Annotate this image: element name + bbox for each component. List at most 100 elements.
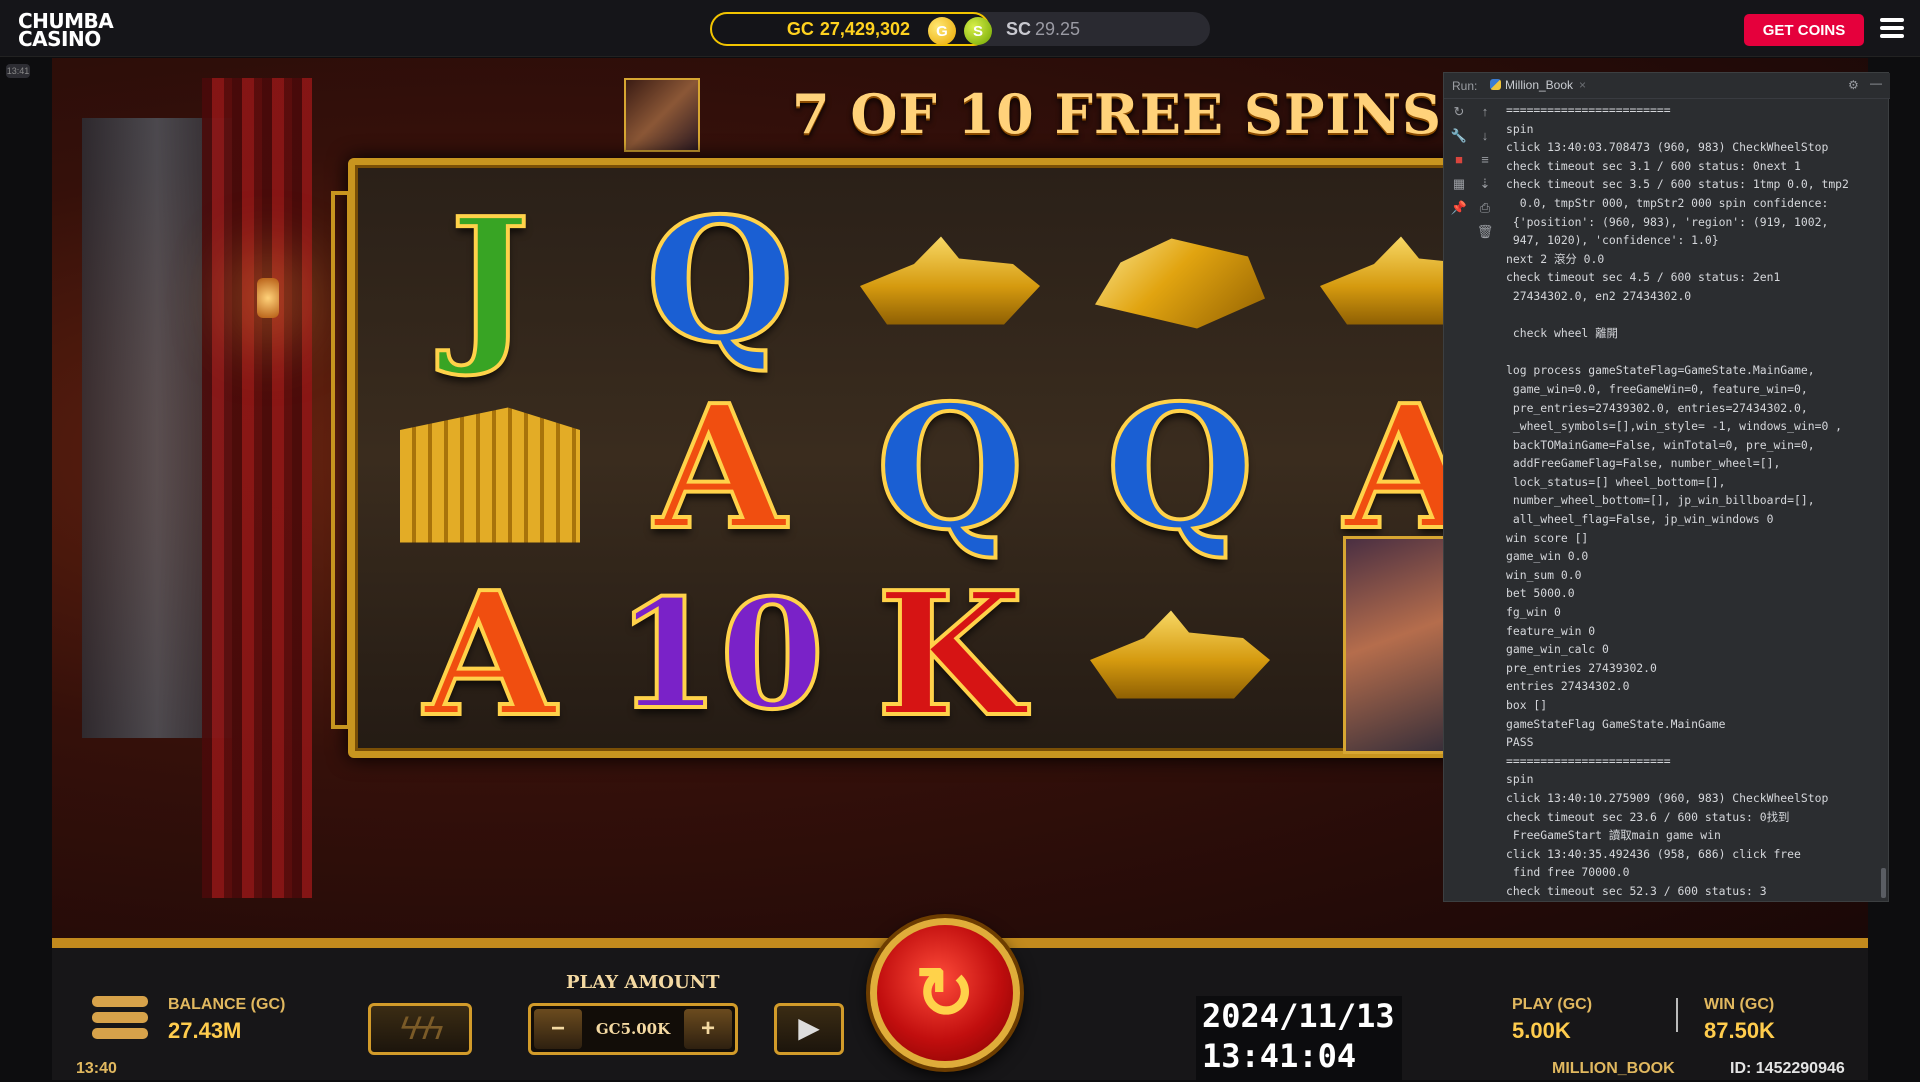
console-line: gameStateFlag GameState.MainGame [1506,716,1726,731]
time-tag: 13:41 [6,64,30,78]
turbo-button[interactable]: ϟϟϟ [368,1003,472,1055]
rerun-icon[interactable]: ↻ [1450,103,1468,121]
gc-label: GC [786,18,814,39]
wrench-icon[interactable]: 🔧 [1450,127,1468,145]
console-line: check timeout sec 52.3 / 600 status: 3 [1506,883,1767,898]
minimize-icon[interactable]: — [1870,76,1882,90]
gear-icon[interactable]: ⚙ [1848,78,1859,92]
console-line: check timeout sec 23.6 / 600 status: 0找到 [1506,809,1790,824]
pin-icon[interactable]: 📌 [1450,199,1468,217]
python-icon [1490,79,1501,90]
console-line: box [] [1506,698,1548,712]
run-console-panel[interactable]: Run: Million_Book × ⚙ — ↻ 🔧 ■ ▦ 📌 ↑ ↓ ≡ ⇣… [1443,72,1890,902]
symbol-gold-bars-icon [1065,187,1295,374]
console-line: game_win=0.0, freeGameWin=0, feature_win… [1506,381,1808,396]
symbol-10: 10 [614,566,827,743]
console-line: win_sum 0.0 [1506,567,1582,582]
win-label: WIN (GC) [1704,996,1775,1013]
trash-icon[interactable]: 🗑 [1476,223,1494,241]
run-label: Run: [1452,79,1478,93]
gold-coin-icon[interactable]: G [928,17,956,45]
symbol-q: Q [644,180,796,381]
close-tab-icon[interactable]: × [1579,78,1586,92]
autoplay-button[interactable]: ▶ [774,1003,844,1055]
scroll-to-end-icon[interactable]: ⇣ [1476,175,1494,193]
console-line: entries 27434302.0 [1506,679,1630,694]
console-line: all_wheel_flag=False, jp_win_windows 0 [1506,512,1774,527]
symbol-q: Q [1104,367,1256,568]
stop-icon[interactable]: ■ [1450,151,1468,169]
currency-wallet[interactable]: GC 27,429,302 G S SC 29.25 [710,12,1210,46]
console-line: lock_status=[] wheel_bottom=[], [1506,474,1726,489]
console-line: 947, 1020), 'confidence': 1.0} [1506,233,1719,248]
console-line: backTOMainGame=False, winTotal=0, pre_wi… [1506,437,1815,452]
console-line: game_win 0.0 [1506,549,1589,564]
play-amount-stepper[interactable]: − GC5.00K + [528,1003,738,1055]
play-label: PLAY (GC) [1512,996,1593,1013]
scroll-up-icon[interactable]: ↑ [1476,103,1494,121]
console-line: FreeGameStart 讀取main game win [1506,828,1721,843]
run-toolbar-left: ↻ 🔧 ■ ▦ 📌 [1448,103,1470,217]
console-line: check wheel 離開 [1506,326,1618,341]
stake-value: GC5.00K [595,1020,671,1038]
top-nav-bar: CHUMBA CASINO GC 27,429,302 G S SC 29.25 … [0,0,1920,57]
spin-arrow-icon: ↻ [914,954,976,1034]
console-line: feature_win 0 [1506,623,1596,638]
symbol-yacht-icon [1065,561,1295,748]
balance-value: 27.43M [168,1018,242,1043]
console-scrollbar[interactable] [1881,868,1886,898]
couple-portrait-icon [624,78,700,152]
symbol-a: A [422,554,558,755]
symbol-a: A [652,367,788,568]
console-line: check timeout sec 3.1 / 600 status: 0nex… [1506,158,1801,173]
symbol-grid[interactable]: J Q A Q Q A A 10 K [375,180,1525,755]
console-line: 0.0, tmpStr 000, tmpStr2 000 spin confid… [1506,195,1829,210]
console-line: bet 5000.0 [1506,586,1575,601]
game-clock: 13:40 [76,1060,117,1077]
print-icon[interactable]: ⎙ [1476,199,1494,217]
console-line: fg_win 0 [1506,605,1561,620]
gold-coin-balance[interactable]: GC 27,429,302 G S [710,12,992,46]
logo-line-2: CASINO [18,27,101,51]
console-line: number_wheel_bottom=[], jp_win_billboard… [1506,493,1815,508]
lightning-icon: ϟϟϟ [400,1010,444,1046]
chumba-casino-logo[interactable]: CHUMBA CASINO [18,11,114,51]
console-line: click 13:40:35.492436 (958, 686) click f… [1506,846,1801,861]
coin-stack-icon [92,996,148,1040]
time-text: 13:41:04 [1202,1037,1357,1075]
console-line: PASS [1506,735,1534,750]
sc-label: SC [1006,19,1032,39]
game-name: MILLION_BOOK [1552,1060,1675,1077]
console-line: pre_entries=27439302.0, entries=27434302… [1506,400,1808,415]
layout-icon[interactable]: ▦ [1450,175,1468,193]
control-bar: BALANCE (GC) 27.43M 13:40 ϟϟϟ PLAY AMOUN… [52,918,1868,1082]
console-line: game_win_calc 0 [1506,642,1609,657]
date-text: 2024/11/13 [1202,997,1395,1035]
reel-frame[interactable]: J Q A Q Q A A 10 K [331,158,1578,758]
console-line: win score [] [1506,530,1589,545]
console-line: next 2 滾分 0.0 [1506,251,1605,266]
console-line: 27434302.0, en2 27434302.0 [1506,288,1692,303]
menu-icon[interactable] [1880,18,1904,40]
console-line: click 13:40:10.275909 (960, 983) CheckWh… [1506,790,1829,805]
spin-button[interactable]: ↻ [870,918,1020,1068]
increase-bet-button[interactable]: + [684,1009,732,1049]
sweeps-coin-balance[interactable]: SC 29.25 [1006,19,1080,40]
scroll-down-icon[interactable]: ↓ [1476,127,1494,145]
play-triangle-icon: ▶ [798,1012,820,1043]
symbol-j: J [448,180,532,381]
win-value: 87.50K [1704,1018,1775,1043]
wall-lamp-icon [257,278,279,318]
console-line: click 13:40:03.708473 (960, 983) CheckWh… [1506,140,1829,155]
decrease-bet-button[interactable]: − [534,1009,582,1049]
symbol-house-icon [375,374,605,561]
soft-wrap-icon[interactable]: ≡ [1476,151,1494,169]
run-tab-million-book[interactable]: Million_Book × [1490,78,1586,92]
sweeps-coin-icon[interactable]: S [964,17,992,45]
get-coins-button[interactable]: GET COINS [1744,14,1864,46]
console-line: {'position': (960, 983), 'region': (919,… [1506,214,1829,229]
symbol-yacht-icon [835,187,1065,374]
console-output[interactable]: ======================== spin click 13:40:… [1506,101,1882,899]
